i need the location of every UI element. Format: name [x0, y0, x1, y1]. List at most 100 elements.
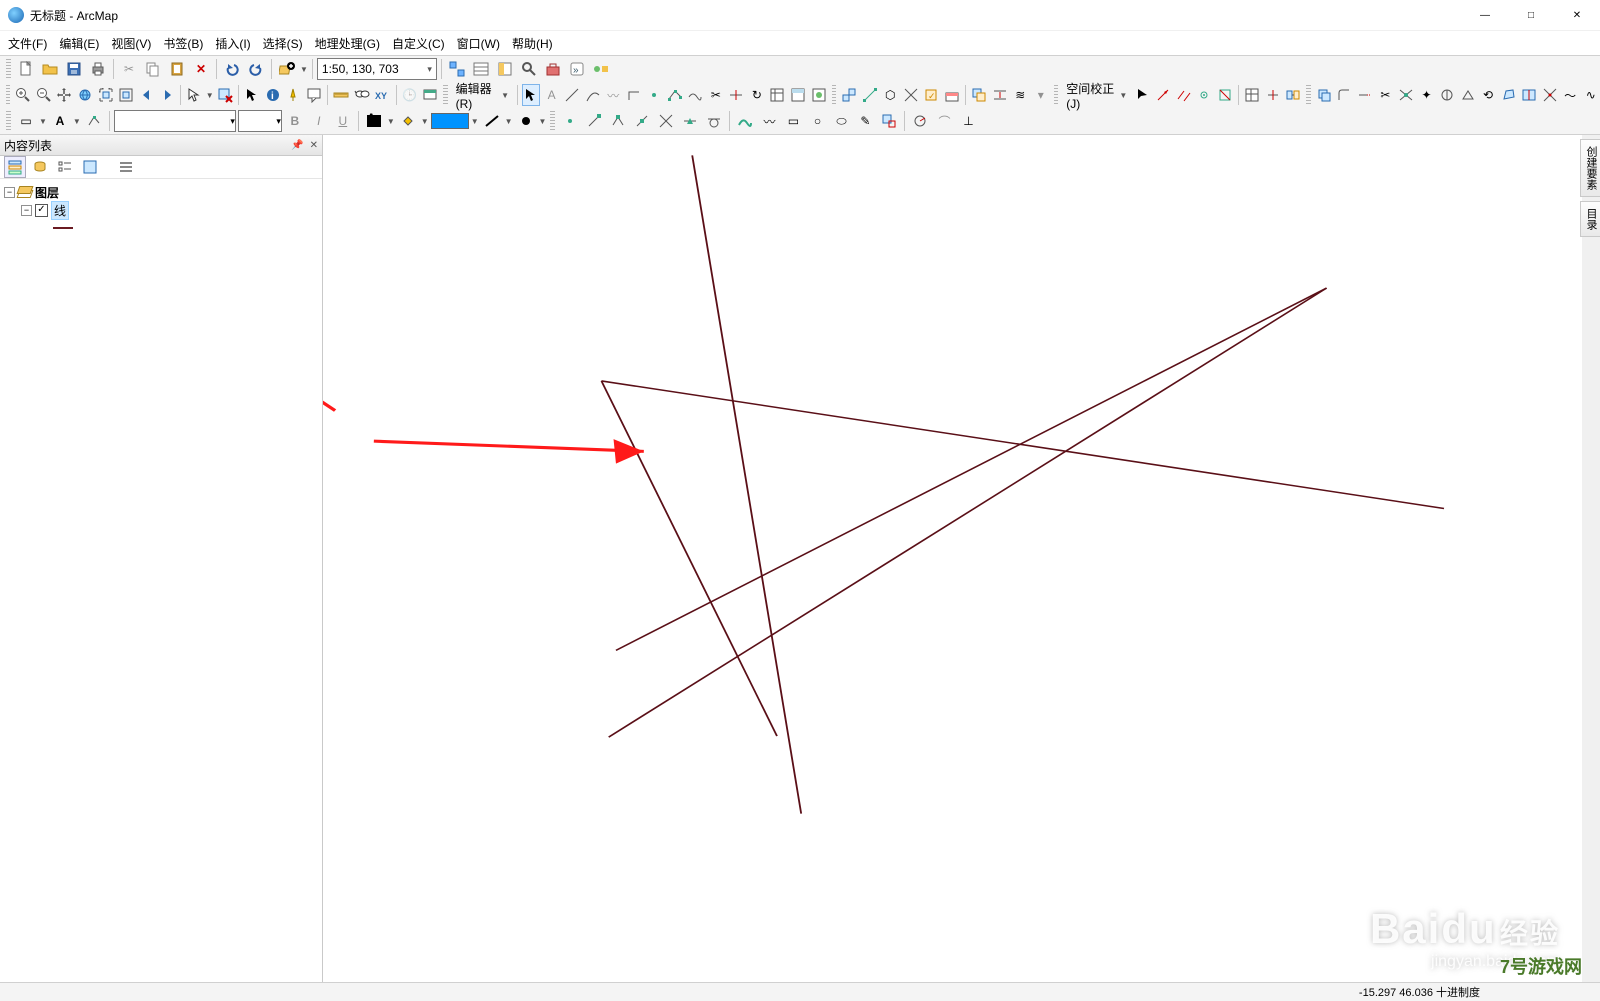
toc-options-icon[interactable] — [115, 156, 137, 178]
circle-tool-icon[interactable]: ○ — [806, 110, 828, 132]
view-link-table-icon[interactable] — [1243, 84, 1262, 106]
new-doc-icon[interactable] — [15, 58, 37, 80]
font-color-icon[interactable]: A — [363, 110, 385, 132]
editor-menu[interactable]: 编辑器(R) ▼ — [452, 85, 513, 105]
generalize-icon[interactable]: ≋ — [1011, 84, 1030, 106]
collapse-icon[interactable]: − — [21, 205, 32, 216]
fixed-zoom-in-icon[interactable] — [96, 84, 115, 106]
menu-bookmarks[interactable]: 书签(B) — [163, 35, 203, 52]
right-angle-icon[interactable] — [624, 84, 643, 106]
replace-geometry-icon[interactable]: ⟲ — [1479, 84, 1498, 106]
model-builder-icon[interactable] — [590, 58, 612, 80]
python-icon[interactable]: » — [566, 58, 588, 80]
planarize-lines-icon[interactable] — [1540, 84, 1559, 106]
close-button[interactable]: ✕ — [1554, 0, 1600, 30]
editor-toolbar-icon[interactable] — [446, 58, 468, 80]
search-icon[interactable] — [518, 58, 540, 80]
reshape-icon[interactable] — [686, 84, 705, 106]
highlight-color-swatch[interactable] — [431, 113, 469, 129]
toc-symbol-row[interactable] — [4, 219, 318, 237]
create-features-icon[interactable] — [809, 84, 828, 106]
topology-select-icon[interactable] — [840, 84, 859, 106]
create-viewer-icon[interactable] — [421, 84, 440, 106]
freehand-tool-icon[interactable]: ✎ — [854, 110, 876, 132]
sa-select-icon[interactable] — [1133, 84, 1152, 106]
spatial-adjustment-menu[interactable]: 空间校正(J) ▼ — [1062, 85, 1131, 105]
close-panel-icon[interactable]: ✕ — [310, 140, 318, 151]
select-features-icon[interactable] — [185, 84, 204, 106]
snap-to-edge-icon[interactable] — [631, 110, 653, 132]
list-by-source-icon[interactable] — [29, 156, 51, 178]
full-extent-icon[interactable] — [76, 84, 95, 106]
hyperlink-icon[interactable] — [284, 84, 303, 106]
line-color-icon[interactable] — [481, 110, 503, 132]
zoom-in-icon[interactable] — [14, 84, 33, 106]
menu-insert[interactable]: 插入(I) — [215, 35, 250, 52]
measure-icon[interactable] — [332, 84, 351, 106]
perpendicular-icon[interactable]: ⊥ — [957, 110, 979, 132]
snap-to-vertex-icon[interactable] — [607, 110, 629, 132]
construct-polygons-icon[interactable] — [1499, 84, 1518, 106]
shared-edit-icon[interactable] — [970, 84, 989, 106]
extend-icon[interactable] — [1356, 84, 1375, 106]
edit-vertices-icon[interactable] — [666, 84, 685, 106]
prev-extent-icon[interactable] — [137, 84, 156, 106]
minimize-button[interactable]: — — [1462, 0, 1508, 30]
toolbar-grip[interactable] — [443, 85, 447, 105]
marker-color-icon[interactable] — [515, 110, 537, 132]
pan-icon[interactable] — [55, 84, 74, 106]
copy-icon[interactable] — [142, 58, 164, 80]
stream-icon[interactable]: 〰 — [758, 110, 780, 132]
snap-to-end-icon[interactable] — [583, 110, 605, 132]
topology-errors-icon[interactable] — [943, 84, 962, 106]
validate-topology-icon[interactable]: ✓ — [922, 84, 941, 106]
attributes-icon[interactable] — [768, 84, 787, 106]
side-tab-create-features[interactable]: 创建要素 — [1580, 139, 1600, 197]
ellipse-tool-icon[interactable]: ⬭ — [830, 110, 852, 132]
topology-modify-icon[interactable]: ⬡ — [881, 84, 900, 106]
generalize2-icon[interactable]: 〜 — [1561, 84, 1580, 106]
menu-file[interactable]: 文件(F) — [8, 35, 47, 52]
find-icon[interactable] — [353, 84, 372, 106]
topology-edit-icon[interactable] — [860, 84, 879, 106]
menu-customize[interactable]: 自定义(C) — [392, 35, 445, 52]
draw-text-icon[interactable]: A — [49, 110, 71, 132]
identity-link-icon[interactable] — [1195, 84, 1214, 106]
auto-complete-icon[interactable] — [878, 110, 900, 132]
menu-geoprocessing[interactable]: 地理处理(G) — [315, 35, 380, 52]
font-size-icon[interactable]: ▾ — [238, 110, 282, 132]
clear-selection-icon[interactable] — [216, 84, 235, 106]
select-elements-icon[interactable] — [243, 84, 262, 106]
snap-to-point-icon[interactable] — [559, 110, 581, 132]
menu-view[interactable]: 视图(V) — [111, 35, 151, 52]
toolbar-grip[interactable] — [6, 111, 11, 131]
toolbar-grip[interactable] — [6, 59, 11, 79]
construct-geodetic-icon[interactable] — [1438, 84, 1457, 106]
topology-planarize-icon[interactable] — [902, 84, 921, 106]
align-edge-icon[interactable] — [990, 84, 1009, 106]
menu-window[interactable]: 窗口(W) — [457, 35, 500, 52]
toolbar-grip[interactable] — [1054, 85, 1058, 105]
snap-to-midpoint-icon[interactable] — [679, 110, 701, 132]
displacement-link-icon[interactable] — [1154, 84, 1173, 106]
toc-layer-row[interactable]: − ✓ 线 — [4, 201, 318, 219]
next-extent-icon[interactable] — [158, 84, 177, 106]
toc-root-row[interactable]: − 图层 — [4, 183, 318, 201]
point-tool-icon[interactable] — [645, 84, 664, 106]
align-to-shape-icon[interactable] — [1458, 84, 1477, 106]
fillet-icon[interactable] — [1335, 84, 1354, 106]
map-vertical-scrollbar[interactable] — [1582, 135, 1600, 982]
side-tab-catalog[interactable]: 目录 — [1580, 201, 1600, 237]
multi-displacement-icon[interactable] — [1174, 84, 1193, 106]
undo-icon[interactable] — [221, 58, 243, 80]
smooth-icon[interactable]: ∿ — [1581, 84, 1600, 106]
line-intersect-icon[interactable] — [1397, 84, 1416, 106]
fill-color-icon[interactable] — [397, 110, 419, 132]
list-by-visibility-icon[interactable] — [54, 156, 76, 178]
sketch-properties-icon[interactable] — [789, 84, 808, 106]
snap-to-tangent-icon[interactable] — [703, 110, 725, 132]
open-icon[interactable] — [39, 58, 61, 80]
save-icon[interactable] — [63, 58, 85, 80]
catalog-icon[interactable] — [494, 58, 516, 80]
add-data-icon[interactable] — [276, 58, 298, 80]
